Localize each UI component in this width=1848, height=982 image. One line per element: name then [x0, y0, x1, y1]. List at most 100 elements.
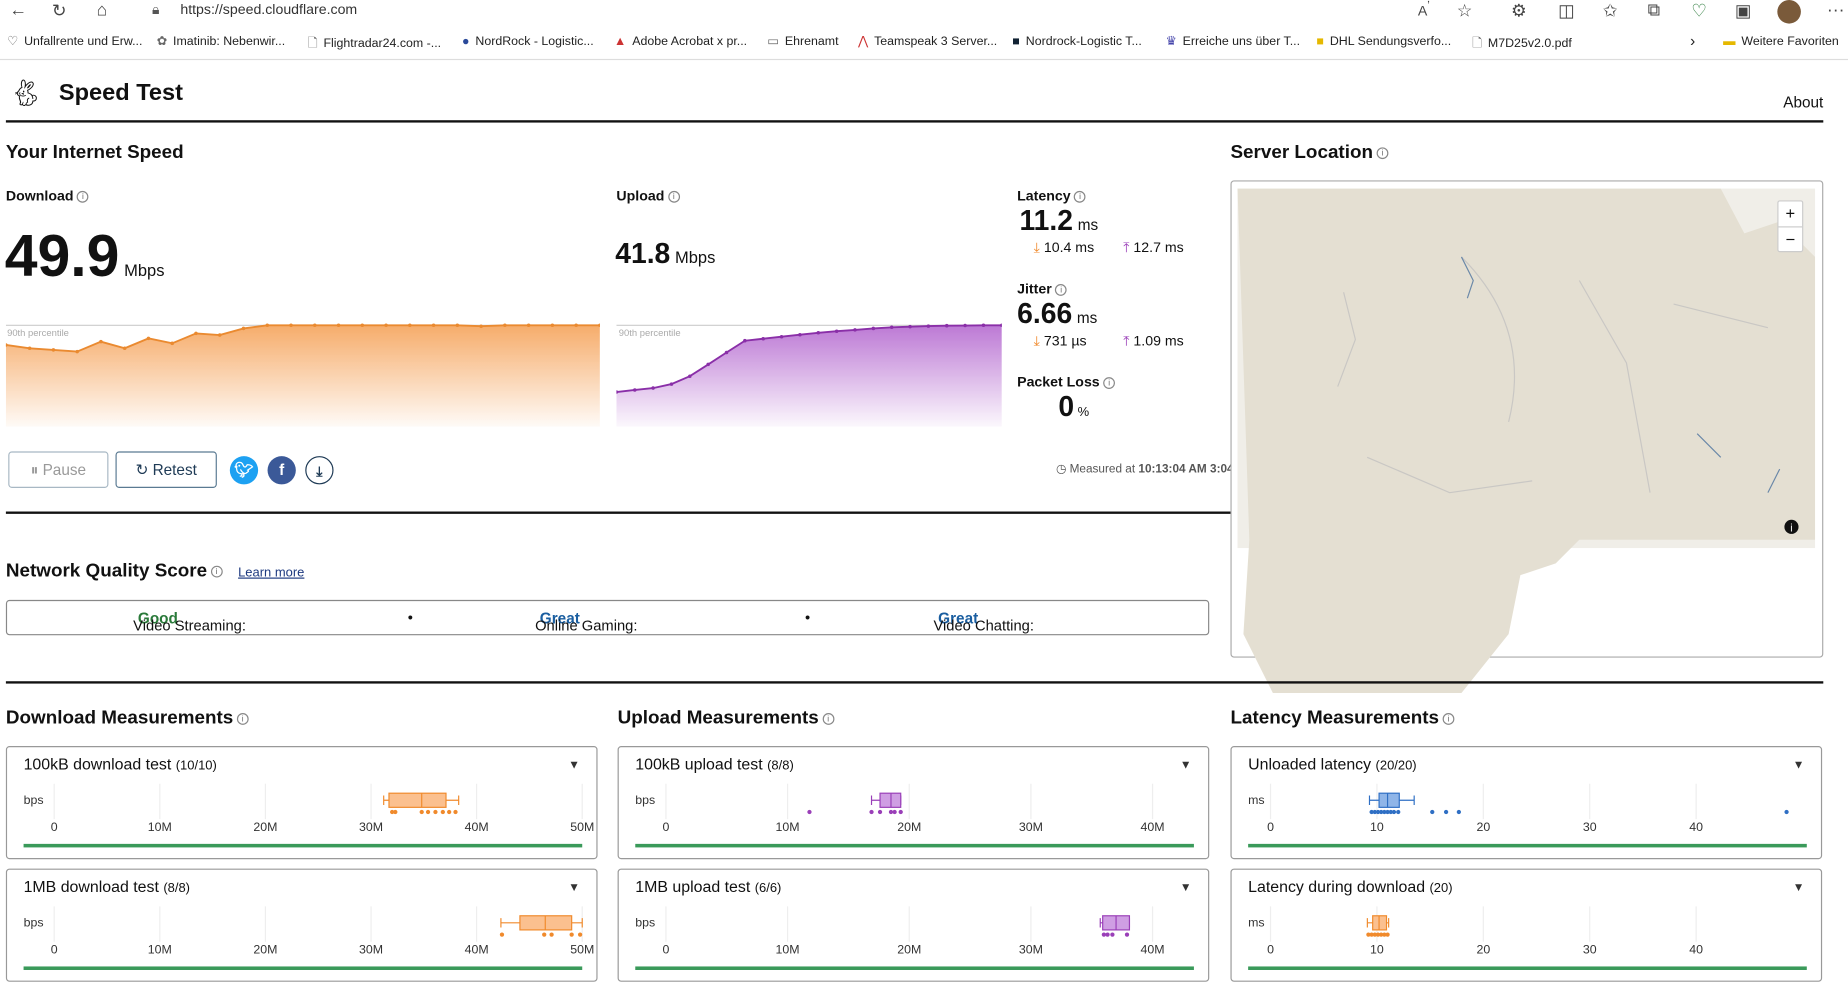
bookmarks-overflow-chevron-icon[interactable]: › [1690, 32, 1695, 50]
facebook-share-icon[interactable]: f [267, 456, 296, 485]
favorites-icon[interactable]: ✩ [1603, 0, 1618, 21]
speed-point [241, 326, 246, 331]
bookmark[interactable]: ♡ Unfallrente und Erw... [7, 34, 142, 48]
upload-measurements-heading: Upload Measurements i [618, 708, 835, 729]
info-icon[interactable]: i [1055, 283, 1068, 296]
tick-label: 10M [776, 820, 800, 834]
map-zoom-out-button[interactable]: − [1779, 227, 1803, 252]
unit-label: bps [24, 915, 44, 929]
split-screen-icon[interactable]: ◫ [1558, 0, 1575, 21]
speed-point [265, 323, 270, 328]
data-point [1124, 932, 1130, 937]
tick-label: 10 [1370, 820, 1384, 834]
info-icon[interactable]: i [667, 190, 680, 203]
speed-point [51, 348, 56, 352]
bookmark[interactable]: ■ Nordrock-Logistic T... [1012, 34, 1141, 48]
measurement-card[interactable]: Unloaded latency (20/20) ▼ ms 0 10 20 30 40 [1230, 746, 1823, 860]
screenshot-icon[interactable]: ▣ [1735, 0, 1752, 21]
back-icon[interactable]: ← [9, 0, 27, 20]
speed-point [632, 388, 637, 392]
home-icon[interactable]: ⌂ [97, 0, 108, 20]
retest-button[interactable]: ↻ Retest [115, 451, 217, 488]
bookmark[interactable]: ▭ Ehrenamt [767, 34, 838, 48]
speed-point [871, 326, 876, 331]
separator-dot: • [407, 609, 413, 626]
unit-label: bps [24, 793, 44, 807]
server-map[interactable]: i [1226, 186, 1821, 694]
data-point [807, 809, 812, 815]
info-icon[interactable]: i [822, 712, 835, 725]
speed-point [779, 334, 784, 339]
bookmark-label: M7D25v2.0.pdf [1487, 36, 1572, 51]
section-divider [5, 681, 1824, 684]
measurement-card[interactable]: 1MB download test (8/8) ▼ bps 0 10M 20M 30M 40M… [5, 868, 598, 982]
bookmark[interactable]: 🗋︎ Flightradar24.com -... [308, 34, 441, 55]
data-point [499, 932, 505, 937]
box [1378, 792, 1400, 808]
bookmark[interactable]: ♛ Erreiche uns über T... [1166, 34, 1300, 48]
chevron-down-icon[interactable]: ▼ [1793, 882, 1805, 895]
tick-label: 40 [1689, 942, 1703, 956]
info-icon[interactable]: i [1442, 712, 1455, 725]
more-menu-icon[interactable]: ··· [1827, 0, 1845, 20]
bookmark[interactable]: ⋀ Teamspeak 3 Server... [858, 34, 997, 48]
bookmark[interactable]: 🗋︎ M7D25v2.0.pdf [1472, 34, 1572, 55]
tick-label: 30 [1583, 942, 1597, 956]
tick-label: 20M [253, 942, 277, 956]
info-icon[interactable]: i [236, 712, 249, 725]
chevron-down-icon[interactable]: ▼ [1180, 759, 1192, 772]
tick-label: 20M [897, 820, 921, 834]
learn-more-link[interactable]: Learn more [238, 566, 304, 580]
box-plot: bps 0 10M 20M 30M 40M [635, 906, 1194, 970]
data-point [1784, 809, 1789, 815]
bookmark[interactable]: ✿ Imatinib: Nebenwir... [157, 34, 285, 48]
info-icon[interactable]: i [76, 190, 89, 203]
favorite-star-icon[interactable]: ☆ [1457, 0, 1473, 21]
bookmark[interactable]: ● NordRock - Logistic... [462, 34, 594, 48]
address-bar[interactable]: 🔒︎ https://speed.cloudflare.com [133, 0, 1489, 23]
bookmark-label: Erreiche uns über T... [1182, 34, 1301, 49]
info-icon[interactable]: i [1074, 190, 1086, 203]
info-icon[interactable]: i [1103, 376, 1116, 389]
profile-avatar[interactable] [1777, 0, 1801, 24]
chevron-down-icon[interactable]: ▼ [1180, 882, 1192, 895]
bookmark[interactable]: ▲ Adobe Acrobat x pr... [614, 34, 747, 48]
measurement-card[interactable]: 100kB upload test (8/8) ▼ bps 0 10M 20M 30M 40M [617, 746, 1210, 860]
chevron-down-icon[interactable]: ▼ [1793, 759, 1805, 772]
tick-label: 10 [1370, 942, 1384, 956]
unit-label: bps [635, 793, 655, 807]
info-icon[interactable]: i [1376, 147, 1389, 159]
data-point [1456, 809, 1461, 815]
measurement-card[interactable]: 100kB download test (10/10) ▼ bps 0 10M 20M 30… [5, 746, 598, 860]
data-point [453, 809, 458, 815]
about-link[interactable]: About [1783, 93, 1823, 111]
tick-label: 50M [570, 820, 594, 834]
tick-label: 20M [253, 820, 277, 834]
chevron-down-icon[interactable]: ▼ [568, 882, 580, 895]
map-zoom-in-button[interactable]: + [1778, 202, 1803, 228]
chevron-down-icon[interactable]: ▼ [568, 759, 580, 772]
measurement-card[interactable]: 1MB upload test (6/6) ▼ bps 0 10M 20M 30M 40M [617, 868, 1210, 982]
info-icon[interactable]: i [210, 565, 223, 578]
read-aloud-icon[interactable]: Aʼ [1418, 0, 1430, 19]
collections-icon[interactable]: ⧉ [1648, 0, 1661, 20]
other-favorites-folder[interactable]: ▬ Weitere Favoriten [1723, 34, 1839, 48]
unit-label: ms [1248, 915, 1264, 929]
pause-button[interactable]: ⏸︎ Pause [8, 451, 109, 488]
jitter-upload: ⤒ 1.09 ms [1123, 332, 1184, 349]
twitter-share-icon[interactable]: 🐦︎ [229, 456, 259, 485]
download-results-icon[interactable]: ⤓ [305, 456, 334, 485]
bookmark[interactable]: ■ DHL Sendungsverfo... [1316, 34, 1451, 48]
data-point [892, 809, 897, 815]
jitter-label: Jitter i [1017, 281, 1068, 297]
retest-icon: ↻ [135, 460, 149, 479]
speed-point [360, 323, 365, 328]
measurement-card[interactable]: Latency during download (20) ▼ ms 0 10 20 30 40 [1230, 868, 1823, 982]
extensions-icon[interactable]: ⚙ [1511, 0, 1527, 21]
refresh-icon[interactable]: ↻ [52, 0, 67, 21]
data-point [542, 932, 547, 937]
box-plot: ms0 10 20 30 40 [1248, 906, 1807, 970]
quality-bar [23, 843, 583, 848]
download-speed-value: 49.9 Mbps [4, 222, 165, 289]
vpn-icon[interactable]: ♡ [1691, 0, 1707, 21]
